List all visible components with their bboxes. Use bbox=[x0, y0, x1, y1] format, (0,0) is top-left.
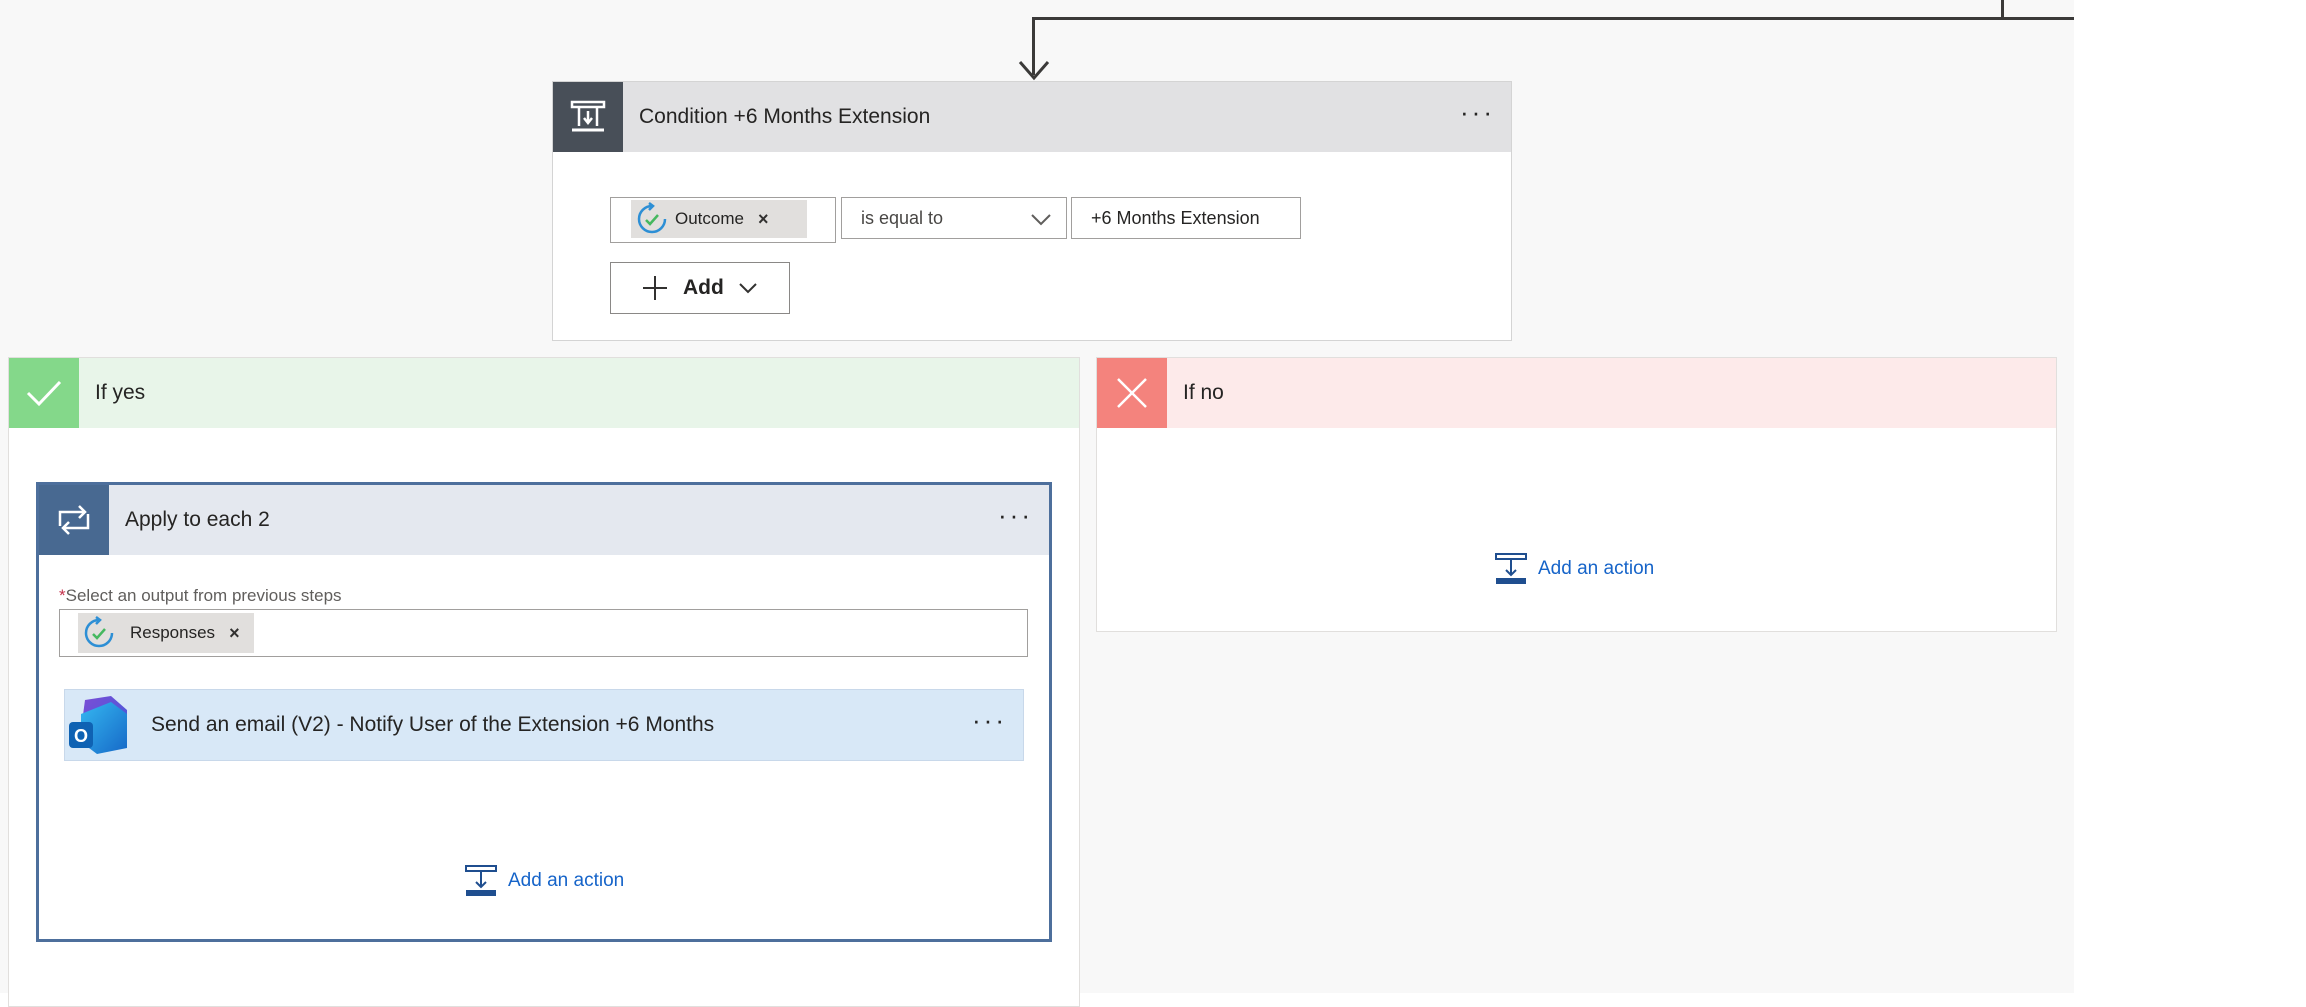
outcome-token: Outcome × bbox=[631, 200, 807, 238]
outcome-token-label: Outcome bbox=[675, 209, 744, 228]
if-yes-branch: If yes Apply to each 2 ··· *Select an ou… bbox=[8, 357, 1080, 1007]
apply-to-each-more-button[interactable]: ··· bbox=[998, 502, 1033, 538]
condition-left-operand[interactable]: Outcome × bbox=[610, 197, 836, 243]
responses-token-label: Responses bbox=[130, 623, 216, 642]
condition-header[interactable]: Condition +6 Months Extension ··· bbox=[553, 82, 1511, 152]
condition-right-operand[interactable]: +6 Months Extension bbox=[1071, 197, 1301, 239]
send-email-action[interactable]: O Send an email (V2) - Notify User of th… bbox=[64, 689, 1024, 761]
remove-token-button[interactable]: × bbox=[229, 623, 240, 644]
condition-card: Condition +6 Months Extension ··· Outcom… bbox=[552, 81, 1512, 341]
svg-text:O: O bbox=[74, 726, 88, 746]
approvals-icon bbox=[82, 616, 116, 650]
plus-icon bbox=[643, 276, 667, 300]
condition-title: Condition +6 Months Extension bbox=[639, 105, 931, 128]
send-email-header[interactable]: O Send an email (V2) - Notify User of th… bbox=[65, 690, 1023, 760]
add-action-icon bbox=[465, 865, 497, 896]
check-icon bbox=[9, 358, 79, 428]
condition-icon bbox=[553, 82, 623, 152]
if-yes-title: If yes bbox=[95, 381, 146, 404]
select-output-label: *Select an output from previous steps bbox=[59, 586, 342, 605]
add-action-button[interactable]: Add an action bbox=[1494, 552, 1654, 586]
chevron-down-icon bbox=[739, 283, 757, 294]
if-no-branch: If no Add an action bbox=[1096, 357, 2057, 632]
connector-line bbox=[1032, 17, 2074, 20]
close-icon bbox=[1097, 358, 1167, 428]
if-yes-header[interactable]: If yes bbox=[9, 358, 1079, 428]
send-email-more-button[interactable]: ··· bbox=[972, 707, 1007, 743]
chevron-down-icon bbox=[1031, 214, 1051, 226]
add-action-button[interactable]: Add an action bbox=[464, 864, 624, 898]
loop-icon bbox=[39, 485, 109, 555]
flow-canvas: Condition +6 Months Extension ··· Outcom… bbox=[0, 0, 2074, 1007]
connector-arrow-icon bbox=[1018, 61, 1050, 81]
send-email-title: Send an email (V2) - Notify User of the … bbox=[151, 713, 715, 736]
if-no-title: If no bbox=[1183, 381, 1224, 404]
connector-line bbox=[2001, 0, 2004, 19]
add-action-icon bbox=[1495, 553, 1527, 584]
select-output-input[interactable]: Responses × bbox=[59, 609, 1028, 657]
outlook-icon: O bbox=[65, 690, 135, 760]
apply-to-each-title: Apply to each 2 bbox=[125, 508, 270, 531]
apply-to-each-card: Apply to each 2 ··· *Select an output fr… bbox=[36, 482, 1052, 942]
responses-token: Responses × bbox=[78, 613, 254, 653]
required-mark: * bbox=[59, 586, 66, 605]
if-no-header[interactable]: If no bbox=[1097, 358, 2056, 428]
operator-value: is equal to bbox=[861, 207, 944, 228]
right-operand-value: +6 Months Extension bbox=[1091, 207, 1260, 228]
operator-dropdown[interactable]: is equal to bbox=[841, 197, 1067, 239]
remove-token-button[interactable]: × bbox=[758, 209, 769, 230]
add-button-label: Add bbox=[683, 276, 724, 299]
approvals-icon bbox=[635, 202, 669, 236]
add-action-label: Add an action bbox=[508, 870, 625, 891]
add-action-label: Add an action bbox=[1538, 558, 1655, 579]
condition-more-button[interactable]: ··· bbox=[1460, 99, 1495, 135]
apply-to-each-header[interactable]: Apply to each 2 ··· bbox=[39, 485, 1049, 555]
add-condition-button[interactable]: Add bbox=[610, 262, 790, 314]
